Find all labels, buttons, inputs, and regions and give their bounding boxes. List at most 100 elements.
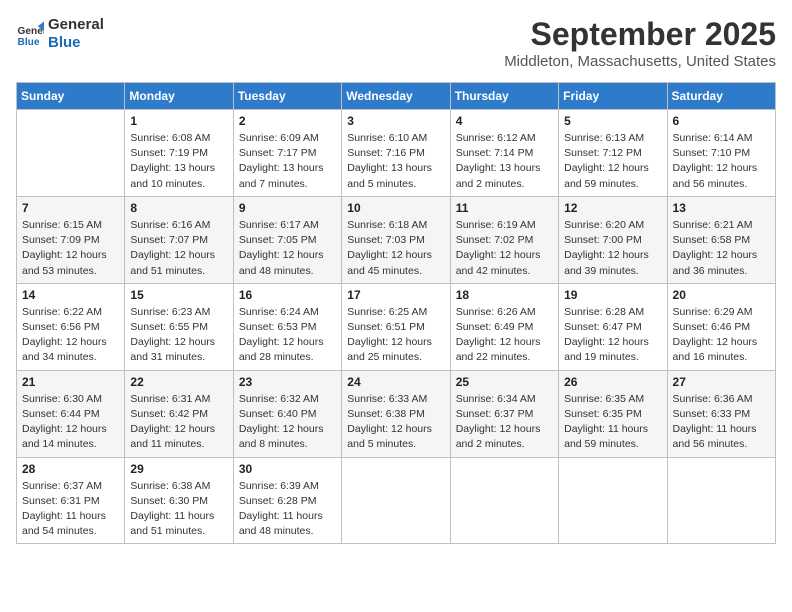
day-number: 28 [22,462,119,476]
day-info: Sunrise: 6:14 AM Sunset: 7:10 PM Dayligh… [673,131,770,192]
calendar-cell: 14 Sunrise: 6:22 AM Sunset: 6:56 PM Dayli… [17,283,125,370]
calendar-cell: 16 Sunrise: 6:24 AM Sunset: 6:53 PM Dayli… [233,283,341,370]
calendar-cell: 13 Sunrise: 6:21 AM Sunset: 6:58 PM Dayli… [667,196,775,283]
calendar-cell: 7 Sunrise: 6:15 AM Sunset: 7:09 PM Daylig… [17,196,125,283]
calendar-cell: 21Sunrise: 6:30 AM Sunset: 6:44 PM Dayli… [17,370,125,457]
day-info: Sunrise: 6:35 AM Sunset: 6:35 PM Dayligh… [564,392,661,453]
calendar-cell: 4Sunrise: 6:12 AM Sunset: 7:14 PM Daylig… [450,110,558,197]
day-number: 22 [130,375,227,389]
calendar-cell [342,457,450,544]
logo: General Blue General Blue [16,16,104,52]
calendar-cell: 17 Sunrise: 6:25 AM Sunset: 6:51 PM Dayli… [342,283,450,370]
day-number: 12 [564,201,661,215]
week-row-2: 7 Sunrise: 6:15 AM Sunset: 7:09 PM Daylig… [17,196,776,283]
day-info: Sunrise: 6:22 AM Sunset: 6:56 PM Dayligh… [22,305,119,366]
day-info: Sunrise: 6:33 AM Sunset: 6:38 PM Dayligh… [347,392,444,453]
day-info: Sunrise: 6:17 AM Sunset: 7:05 PM Dayligh… [239,218,336,279]
weekday-header-sunday: Sunday [17,83,125,110]
day-info: Sunrise: 6:19 AM Sunset: 7:02 PM Dayligh… [456,218,553,279]
calendar-cell: 1 Sunrise: 6:08 AM Sunset: 7:19 PM Daylig… [125,110,233,197]
day-number: 30 [239,462,336,476]
day-number: 7 [22,201,119,215]
day-number: 25 [456,375,553,389]
day-info: Sunrise: 6:15 AM Sunset: 7:09 PM Dayligh… [22,218,119,279]
calendar-cell: 29 Sunrise: 6:38 AM Sunset: 6:30 PM Dayli… [125,457,233,544]
calendar-cell [667,457,775,544]
weekday-header-saturday: Saturday [667,83,775,110]
day-number: 13 [673,201,770,215]
day-info: Sunrise: 6:09 AM Sunset: 7:17 PM Dayligh… [239,131,336,192]
day-number: 26 [564,375,661,389]
calendar-cell: 12 Sunrise: 6:20 AM Sunset: 7:00 PM Dayli… [559,196,667,283]
weekday-header-monday: Monday [125,83,233,110]
day-number: 16 [239,288,336,302]
day-info: Sunrise: 6:25 AM Sunset: 6:51 PM Dayligh… [347,305,444,366]
day-number: 2 [239,114,336,128]
day-number: 15 [130,288,227,302]
day-number: 1 [130,114,227,128]
day-number: 3 [347,114,444,128]
calendar-cell: 27Sunrise: 6:36 AM Sunset: 6:33 PM Dayli… [667,370,775,457]
calendar-cell: 8 Sunrise: 6:16 AM Sunset: 7:07 PM Daylig… [125,196,233,283]
day-number: 11 [456,201,553,215]
calendar-cell: 15Sunrise: 6:23 AM Sunset: 6:55 PM Dayli… [125,283,233,370]
day-info: Sunrise: 6:21 AM Sunset: 6:58 PM Dayligh… [673,218,770,279]
svg-text:Blue: Blue [18,37,40,48]
calendar-table: SundayMondayTuesdayWednesdayThursdayFrid… [16,82,776,544]
day-info: Sunrise: 6:31 AM Sunset: 6:42 PM Dayligh… [130,392,227,453]
calendar-cell: 23Sunrise: 6:32 AM Sunset: 6:40 PM Dayli… [233,370,341,457]
logo-line1: General [48,16,104,34]
calendar-cell: 25 Sunrise: 6:34 AM Sunset: 6:37 PM Dayli… [450,370,558,457]
page-header: General Blue General Blue September 2025… [16,16,776,70]
calendar-cell: 10 Sunrise: 6:18 AM Sunset: 7:03 PM Dayli… [342,196,450,283]
day-number: 17 [347,288,444,302]
day-number: 14 [22,288,119,302]
day-info: Sunrise: 6:16 AM Sunset: 7:07 PM Dayligh… [130,218,227,279]
location-subtitle: Middleton, Massachusetts, United States [504,53,776,70]
calendar-cell: 28 Sunrise: 6:37 AM Sunset: 6:31 PM Dayli… [17,457,125,544]
day-info: Sunrise: 6:38 AM Sunset: 6:30 PM Dayligh… [130,479,227,540]
day-info: Sunrise: 6:24 AM Sunset: 6:53 PM Dayligh… [239,305,336,366]
calendar-cell: 6 Sunrise: 6:14 AM Sunset: 7:10 PM Daylig… [667,110,775,197]
weekday-header-friday: Friday [559,83,667,110]
title-block: September 2025 Middleton, Massachusetts,… [504,16,776,70]
day-info: Sunrise: 6:28 AM Sunset: 6:47 PM Dayligh… [564,305,661,366]
calendar-cell [17,110,125,197]
day-info: Sunrise: 6:12 AM Sunset: 7:14 PM Dayligh… [456,131,553,192]
day-info: Sunrise: 6:26 AM Sunset: 6:49 PM Dayligh… [456,305,553,366]
day-number: 18 [456,288,553,302]
calendar-cell: 20 Sunrise: 6:29 AM Sunset: 6:46 PM Dayli… [667,283,775,370]
day-number: 6 [673,114,770,128]
day-number: 8 [130,201,227,215]
calendar-cell: 18 Sunrise: 6:26 AM Sunset: 6:49 PM Dayli… [450,283,558,370]
day-number: 10 [347,201,444,215]
day-number: 29 [130,462,227,476]
calendar-cell [450,457,558,544]
day-info: Sunrise: 6:10 AM Sunset: 7:16 PM Dayligh… [347,131,444,192]
calendar-cell: 30Sunrise: 6:39 AM Sunset: 6:28 PM Dayli… [233,457,341,544]
calendar-cell: 9 Sunrise: 6:17 AM Sunset: 7:05 PM Daylig… [233,196,341,283]
calendar-cell: 22 Sunrise: 6:31 AM Sunset: 6:42 PM Dayli… [125,370,233,457]
logo-icon: General Blue [16,20,44,48]
day-info: Sunrise: 6:18 AM Sunset: 7:03 PM Dayligh… [347,218,444,279]
day-info: Sunrise: 6:08 AM Sunset: 7:19 PM Dayligh… [130,131,227,192]
week-row-3: 14 Sunrise: 6:22 AM Sunset: 6:56 PM Dayli… [17,283,776,370]
weekday-header-thursday: Thursday [450,83,558,110]
week-row-5: 28 Sunrise: 6:37 AM Sunset: 6:31 PM Dayli… [17,457,776,544]
day-info: Sunrise: 6:29 AM Sunset: 6:46 PM Dayligh… [673,305,770,366]
day-number: 20 [673,288,770,302]
day-info: Sunrise: 6:20 AM Sunset: 7:00 PM Dayligh… [564,218,661,279]
day-number: 9 [239,201,336,215]
day-info: Sunrise: 6:37 AM Sunset: 6:31 PM Dayligh… [22,479,119,540]
weekday-header-tuesday: Tuesday [233,83,341,110]
calendar-cell: 3 Sunrise: 6:10 AM Sunset: 7:16 PM Daylig… [342,110,450,197]
calendar-cell: 26 Sunrise: 6:35 AM Sunset: 6:35 PM Dayli… [559,370,667,457]
weekday-header-wednesday: Wednesday [342,83,450,110]
day-number: 24 [347,375,444,389]
logo-line2: Blue [48,34,104,52]
day-info: Sunrise: 6:32 AM Sunset: 6:40 PM Dayligh… [239,392,336,453]
day-info: Sunrise: 6:34 AM Sunset: 6:37 PM Dayligh… [456,392,553,453]
calendar-cell: 19Sunrise: 6:28 AM Sunset: 6:47 PM Dayli… [559,283,667,370]
calendar-cell [559,457,667,544]
day-number: 27 [673,375,770,389]
